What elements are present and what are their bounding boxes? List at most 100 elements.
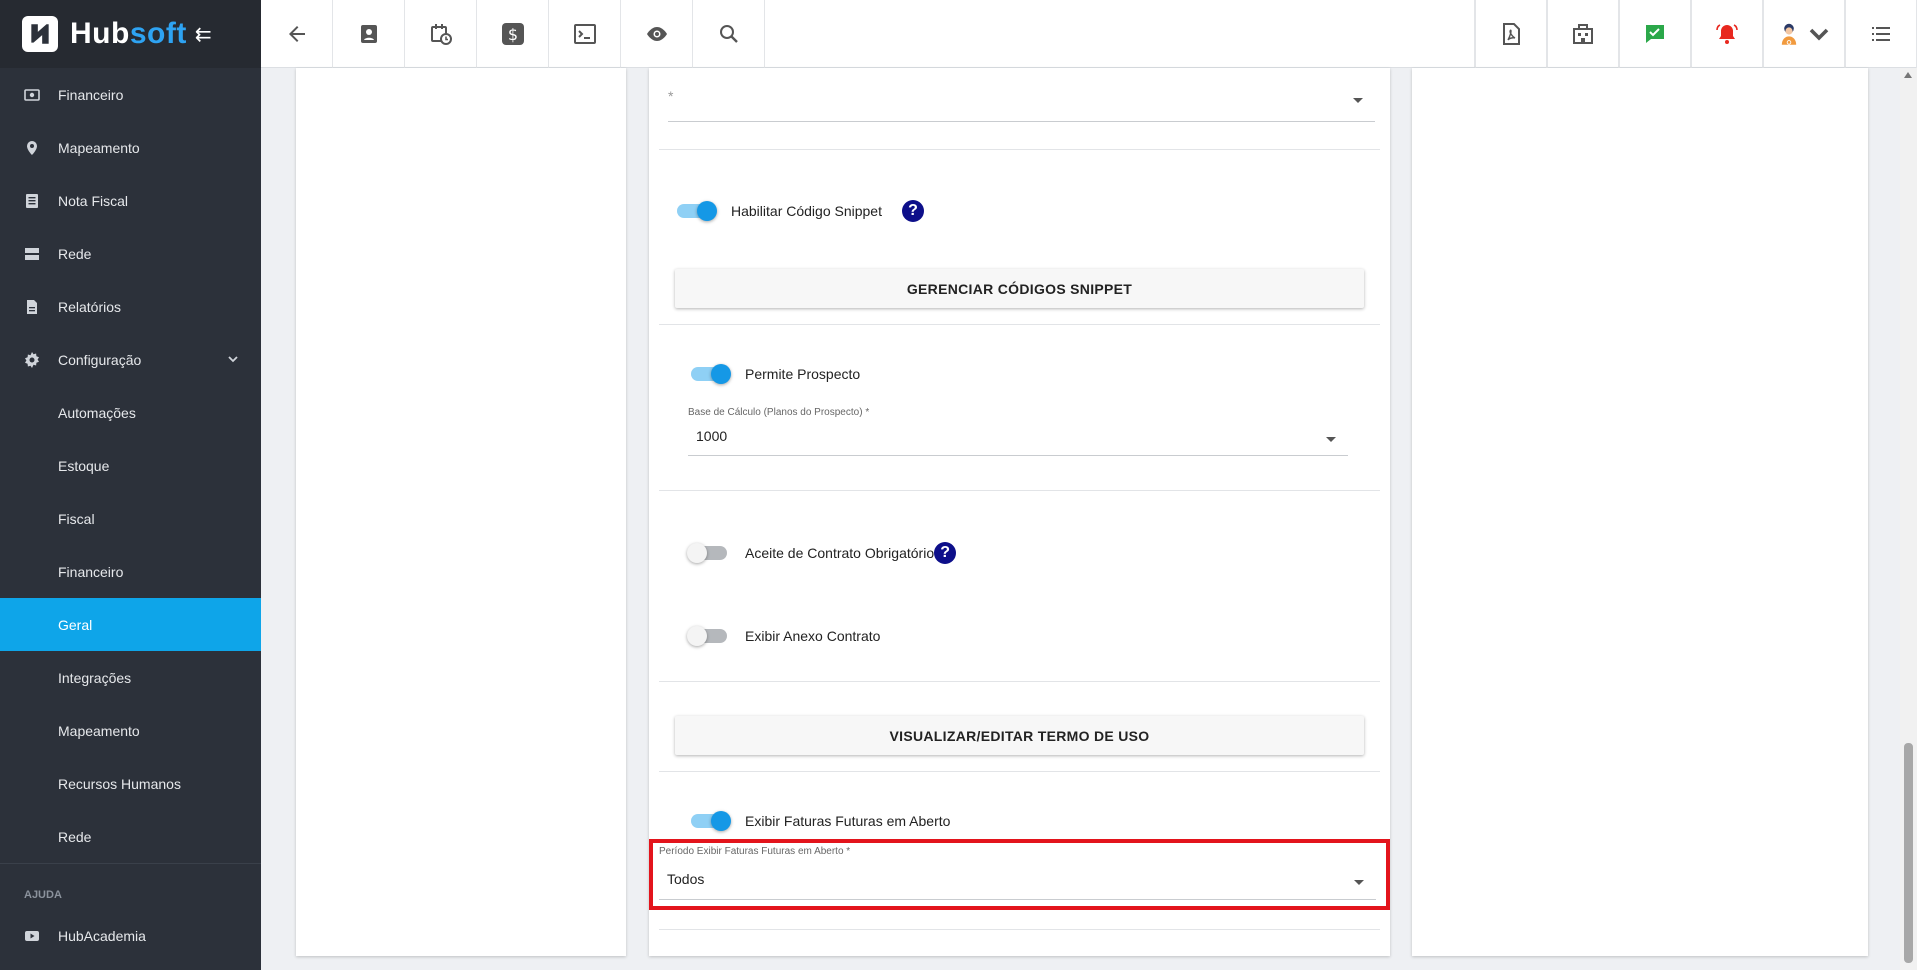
search-icon <box>719 25 738 43</box>
top-toolbar: $ <box>261 0 1917 68</box>
sidebar-subitem-label: Financeiro <box>58 563 124 580</box>
contact-card-icon <box>360 25 377 43</box>
scroll-up-arrow-icon[interactable] <box>1904 72 1912 78</box>
building-icon <box>1573 24 1593 44</box>
back-arrow-icon <box>288 26 305 42</box>
sidebar-item-nota-fiscal[interactable]: Nota Fiscal <box>0 174 261 227</box>
help-icon[interactable]: ? <box>901 200 924 222</box>
sidebar-subitem-label: Geral <box>58 616 93 633</box>
sidebar-nav: Financeiro Mapeamento Nota Fiscal Rede R… <box>0 68 261 863</box>
main-content: * Habilitar Código Snippet ? GERENCIAR C… <box>261 68 1917 970</box>
sidebar-item-relatorios[interactable]: Relatórios <box>0 280 261 333</box>
sidebar-subitem-label: Estoque <box>58 457 110 474</box>
sidebar-item-rede[interactable]: Rede <box>0 227 261 280</box>
sidebar-item-label: Nota Fiscal <box>58 192 129 209</box>
faturas-toggle[interactable] <box>691 811 731 831</box>
chat-button[interactable] <box>1619 0 1691 68</box>
back-button[interactable] <box>261 0 333 68</box>
top-select-value: * <box>668 88 674 104</box>
toggle-knob <box>711 811 731 831</box>
gear-icon <box>0 351 58 368</box>
base-calculo-select[interactable]: Base de Cálculo (Planos do Prospecto) * … <box>688 407 1348 456</box>
sidebar-item-label: Configuração <box>58 351 142 368</box>
scrollbar-thumb[interactable] <box>1904 743 1913 963</box>
sidebar-subitem-fiscal[interactable]: Fiscal <box>0 492 261 545</box>
brand-header: Hubsoft ⇇ <box>0 0 261 68</box>
divider <box>659 324 1380 325</box>
contrato-toggle-row: Aceite de Contrato Obrigatório ? <box>687 542 957 564</box>
pdf-button[interactable] <box>1475 0 1547 68</box>
terminal-button[interactable] <box>549 0 621 68</box>
sidebar-subitem-integracoes[interactable]: Integrações <box>0 651 261 704</box>
sidebar-subitem-financeiro[interactable]: Financeiro <box>0 545 261 598</box>
snippet-toggle[interactable] <box>677 201 717 221</box>
divider <box>659 490 1380 491</box>
highlight-box <box>649 839 1390 910</box>
sidebar-subitem-estoque[interactable]: Estoque <box>0 439 261 492</box>
page-scrollbar[interactable] <box>1900 68 1917 970</box>
dollar-icon: $ <box>501 23 524 45</box>
anexo-toggle-label: Exibir Anexo Contrato <box>745 628 881 644</box>
schedule-button[interactable] <box>405 0 477 68</box>
termo-de-uso-button[interactable]: VISUALIZAR/EDITAR TERMO DE USO <box>675 716 1364 755</box>
view-button[interactable] <box>621 0 693 68</box>
search-button[interactable] <box>693 0 765 68</box>
prospecto-toggle-row: Permite Prospecto <box>691 364 861 384</box>
money-icon <box>0 87 58 103</box>
terminal-icon <box>573 24 596 44</box>
sidebar-subitem-automacoes[interactable]: Automações <box>0 386 261 439</box>
prospecto-toggle[interactable] <box>691 364 731 384</box>
anexo-toggle[interactable] <box>687 626 727 646</box>
sidebar-subitem-recursos-humanos[interactable]: Recursos Humanos <box>0 757 261 810</box>
brand-name: Hubsoft <box>70 17 187 51</box>
toggle-knob <box>687 543 707 563</box>
menu-button[interactable] <box>1845 0 1917 68</box>
settings-form-panel: * Habilitar Código Snippet ? GERENCIAR C… <box>649 68 1390 956</box>
anexo-toggle-row: Exibir Anexo Contrato <box>687 626 881 646</box>
top-select-field[interactable]: * <box>668 76 1375 122</box>
faturas-toggle-row: Exibir Faturas Futuras em Aberto <box>691 811 951 831</box>
sidebar-section-ajuda: AJUDA <box>0 863 261 909</box>
sidebar-subitem-rede[interactable]: Rede <box>0 810 261 863</box>
brand-name-main: Hub <box>70 17 130 50</box>
right-panel <box>1412 68 1868 956</box>
finance-button[interactable]: $ <box>477 0 549 68</box>
sidebar-item-label: Mapeamento <box>58 139 140 156</box>
faturas-toggle-label: Exibir Faturas Futuras em Aberto <box>745 813 951 829</box>
sidebar: Hubsoft ⇇ Financeiro Mapeamento Nota Fis… <box>0 0 261 970</box>
sidebar-item-mapeamento[interactable]: Mapeamento <box>0 121 261 174</box>
manage-snippet-button[interactable]: GERENCIAR CÓDIGOS SNIPPET <box>675 269 1364 308</box>
help-icon[interactable]: ? <box>934 542 957 564</box>
sidebar-item-configuracao[interactable]: Configuração <box>0 333 261 386</box>
sidebar-item-label: Financeiro <box>58 86 124 103</box>
video-icon <box>0 928 58 944</box>
field-underline <box>688 455 1348 456</box>
eye-icon <box>646 27 667 41</box>
chevron-down-icon <box>227 352 239 368</box>
report-icon <box>0 299 58 315</box>
sidebar-subitem-label: Integrações <box>58 669 132 686</box>
sidebar-subitem-label: Automações <box>58 404 136 421</box>
collapse-sidebar-icon[interactable]: ⇇ <box>195 22 212 47</box>
divider <box>659 929 1380 930</box>
hubsoft-logo-icon[interactable] <box>22 16 58 52</box>
left-panel <box>296 68 626 956</box>
user-menu[interactable] <box>1763 0 1845 68</box>
sidebar-item-financeiro[interactable]: Financeiro <box>0 68 261 121</box>
list-menu-icon <box>1872 27 1890 41</box>
prospecto-toggle-label: Permite Prospecto <box>745 366 861 382</box>
sidebar-subitem-geral[interactable]: Geral <box>0 598 261 651</box>
document-icon <box>0 193 58 209</box>
sidebar-subitem-mapeamento[interactable]: Mapeamento <box>0 704 261 757</box>
alarm-button[interactable] <box>1691 0 1763 68</box>
contacts-button[interactable] <box>333 0 405 68</box>
sidebar-item-hubacademia[interactable]: HubAcademia <box>0 909 261 962</box>
svg-text:$: $ <box>507 25 517 44</box>
toggle-knob <box>697 201 717 221</box>
building-button[interactable] <box>1547 0 1619 68</box>
contrato-toggle[interactable] <box>687 543 727 563</box>
snippet-toggle-label: Habilitar Código Snippet <box>731 203 882 219</box>
user-avatar <box>1781 23 1797 45</box>
base-calculo-label: Base de Cálculo (Planos do Prospecto) * <box>688 407 870 418</box>
sidebar-item-label: Relatórios <box>58 298 122 315</box>
